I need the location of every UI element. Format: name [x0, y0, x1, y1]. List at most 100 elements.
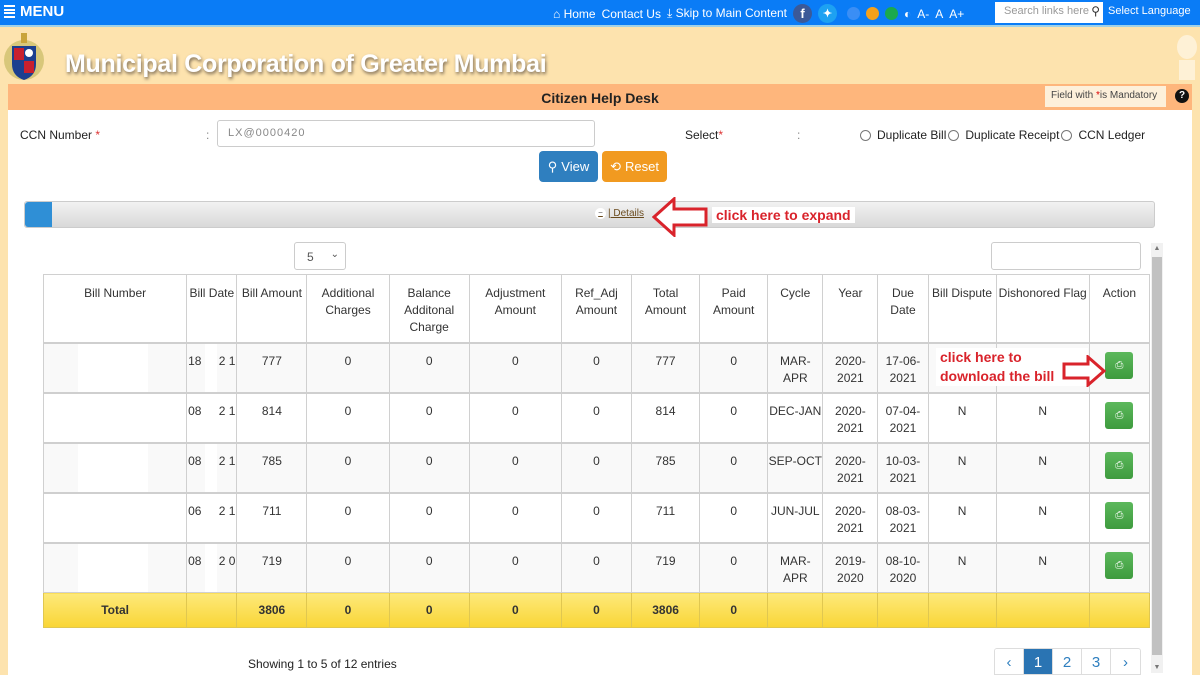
col-year[interactable]: Year [822, 274, 879, 343]
total-empty [877, 592, 929, 628]
col-bill-date[interactable]: Bill Date [186, 274, 238, 343]
mandatory-note-prefix: Field with [1051, 90, 1097, 101]
col-ref-adj-amount[interactable]: Ref_Adj Amount [560, 274, 633, 343]
radio-duplicate-receipt[interactable] [948, 129, 960, 141]
theme-orange-dot[interactable] [866, 7, 880, 20]
report-type-radio-group: Duplicate Bill Duplicate Receipt CCN Led… [858, 128, 1145, 142]
menu-button[interactable]: MENU [4, 3, 64, 20]
printer-icon: ⎙ [1115, 359, 1124, 371]
cell-bill-date: 18 5- 2 1 [186, 341, 238, 393]
search-icon[interactable]: ⚲ [1091, 4, 1100, 18]
skip-link[interactable]: ⤓ Skip to Main Content [667, 6, 787, 21]
print-bill-button[interactable]: ⎙ [1105, 401, 1134, 429]
cell-cycle: MAR-APR [767, 341, 824, 393]
printer-icon: ⎙ [1115, 409, 1124, 421]
font-normal[interactable]: A [935, 7, 943, 21]
col-bill-amount[interactable]: Bill Amount [236, 274, 308, 343]
contrast-icon[interactable]: ◐ [904, 7, 911, 21]
cell-bill-number: 20 762 [42, 541, 188, 593]
col-adjustment-amount[interactable]: Adjustment Amount [468, 274, 562, 343]
vertical-scrollbar[interactable]: ▲ ▼ [1151, 243, 1163, 673]
pagination-page-1[interactable]: 1 [1024, 649, 1053, 674]
cell-total: 719 [631, 541, 701, 593]
print-bill-button[interactable]: ⎙ [1105, 451, 1134, 479]
reset-button-label: Reset [624, 159, 659, 174]
cell-paid: 0 [699, 441, 769, 493]
redaction-mask [78, 543, 148, 592]
twitter-icon[interactable]: ✦ [818, 4, 838, 23]
ccn-number-input[interactable]: LX@0000420 [217, 120, 595, 147]
col-due-date[interactable]: Due Date [877, 274, 929, 343]
bills-table: Bill Number Bill Date Bill Amount Additi… [42, 274, 1151, 628]
cell-balance-additional: 0 [388, 341, 470, 393]
print-bill-button[interactable]: ⎙ [1105, 551, 1134, 579]
table-header-row: Bill Number Bill Date Bill Amount Additi… [42, 274, 1151, 343]
total-empty [1088, 592, 1151, 628]
select-language[interactable]: Select Language [1108, 5, 1191, 17]
table-row: 20 31006 2- 2 171100007110JUN-JUL2020-20… [42, 491, 1151, 543]
col-action[interactable]: Action [1088, 274, 1151, 343]
scrollbar-thumb[interactable] [1152, 257, 1162, 655]
pagination-page-3[interactable]: 3 [1082, 649, 1111, 674]
help-icon[interactable]: ? [1175, 89, 1189, 103]
radio-ccn-ledger[interactable] [1061, 129, 1073, 141]
font-increase[interactable]: A+ [949, 7, 964, 21]
col-paid-amount[interactable]: Paid Amount [699, 274, 769, 343]
details-toggle[interactable]: − | Details [595, 208, 644, 219]
download-circle-icon: ⤓ [666, 6, 673, 20]
redaction-mask [78, 343, 148, 392]
col-bill-number[interactable]: Bill Number [42, 274, 188, 343]
cell-due-date: 10-03-2021 [877, 441, 929, 493]
cell-bill-number: 2· ·69 [42, 341, 188, 393]
cell-paid: 0 [699, 491, 769, 543]
pagination-page-2[interactable]: 2 [1053, 649, 1082, 674]
radio-label[interactable]: CCN Ledger [1078, 128, 1145, 142]
cell-bill-date: 08 2- 2 1 [186, 441, 238, 493]
cell-total: 814 [631, 391, 701, 443]
ccn-label-text: CCN Number [20, 128, 93, 142]
printer-icon: ⎙ [1115, 459, 1124, 471]
print-bill-button[interactable]: ⎙ [1105, 351, 1134, 379]
search-links-input[interactable]: Search links here ⚲ [995, 2, 1103, 23]
redaction-mask [78, 393, 148, 442]
col-total-amount[interactable]: Total Amount [631, 274, 701, 343]
pagination-prev[interactable]: ‹ [995, 649, 1024, 674]
pagination: ‹ 1 2 3 › [994, 648, 1141, 675]
view-button[interactable]: ⚲ View [539, 151, 598, 182]
col-bill-dispute[interactable]: Bill Dispute [927, 274, 997, 343]
cell-total: 711 [631, 491, 701, 543]
collapse-icon: − [595, 208, 606, 219]
required-mark: * [95, 128, 101, 142]
page-length-value: 5 [307, 250, 314, 264]
redaction-mask [205, 343, 218, 392]
cell-additional: 0 [306, 441, 390, 493]
colon: : [797, 128, 801, 142]
scroll-up-icon[interactable]: ▲ [1151, 245, 1163, 252]
font-decrease[interactable]: A- [917, 7, 929, 21]
total-paid: 0 [699, 592, 769, 628]
radio-label[interactable]: Duplicate Receipt [965, 128, 1059, 142]
reset-button[interactable]: ⟲ Reset [602, 151, 667, 182]
theme-blue-dot[interactable] [847, 7, 861, 20]
search-placeholder: Search links here [1004, 5, 1089, 17]
col-balance-additional-charge[interactable]: Balance Additonal Charge [388, 274, 470, 343]
col-dishonored-flag[interactable]: Dishonored Flag [995, 274, 1090, 343]
col-cycle[interactable]: Cycle [767, 274, 824, 343]
scroll-down-icon[interactable]: ▼ [1151, 664, 1163, 671]
cell-ref-adj: 0 [560, 441, 633, 493]
facebook-icon[interactable]: f [793, 4, 813, 23]
pagination-next[interactable]: › [1111, 649, 1140, 674]
theme-green-dot[interactable] [885, 7, 899, 20]
radio-duplicate-bill[interactable] [860, 129, 871, 141]
cell-bill-date: 06 2- 2 1 [186, 491, 238, 543]
page-length-select[interactable]: 5 ⌄ [294, 242, 346, 270]
print-bill-button[interactable]: ⎙ [1105, 501, 1134, 529]
cell-additional: 0 [306, 541, 390, 593]
cell-dishonored: N [995, 391, 1090, 443]
cell-year: 2020-2021 [822, 491, 879, 543]
contact-link[interactable]: Contact Us [602, 7, 661, 21]
col-additional-charges[interactable]: Additional Charges [306, 274, 390, 343]
home-link[interactable]: ⌂ Home [553, 7, 596, 21]
table-search-input[interactable] [991, 242, 1141, 270]
radio-label[interactable]: Duplicate Bill [877, 128, 946, 142]
